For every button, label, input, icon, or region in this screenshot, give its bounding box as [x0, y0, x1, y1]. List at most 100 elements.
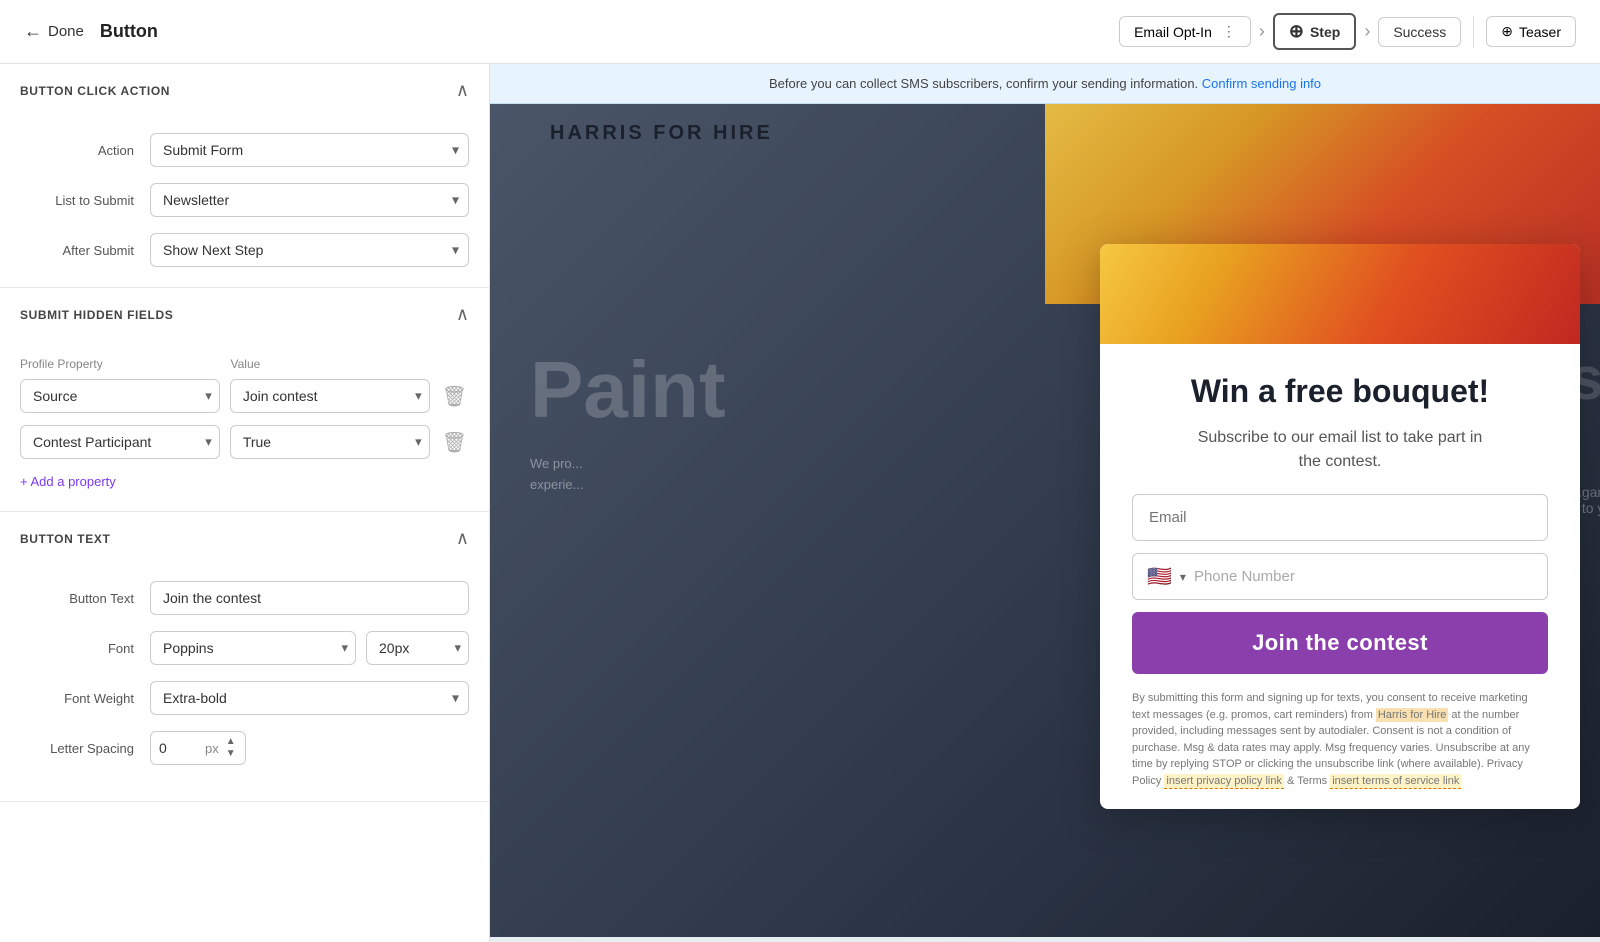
letter-spacing-arrows: ▲ ▼ — [225, 736, 237, 760]
letter-spacing-row: Letter Spacing px ▲ ▼ — [20, 731, 469, 765]
button-text-header: BUTTON TEXT ∧ — [0, 512, 489, 565]
letter-spacing-unit: px — [205, 741, 219, 756]
privacy-policy-link[interactable]: insert privacy policy link — [1164, 774, 1284, 789]
collapse-hidden-fields[interactable]: ∧ — [456, 304, 469, 325]
font-select[interactable]: Poppins Roboto Open Sans Lato — [150, 631, 356, 665]
step-label: Step — [1310, 24, 1340, 40]
popup-submit-button[interactable]: Join the contest — [1132, 612, 1548, 674]
step-arrow-2: › — [1364, 21, 1370, 42]
source-property-select[interactable]: Source Contest Participant Referral — [20, 379, 220, 413]
font-row: Font Poppins Roboto Open Sans Lato — [20, 631, 469, 665]
after-submit-select-wrapper[interactable]: Show Next Step Go to URL Close Popup — [150, 233, 469, 267]
delete-row-1-button[interactable]: 🗑 — [440, 382, 469, 411]
we-provide-text: We pro...experie... — [530, 454, 583, 496]
collapse-button-text[interactable]: ∧ — [456, 528, 469, 549]
page-title: Button — [100, 21, 158, 42]
button-text-title: BUTTON TEXT — [20, 532, 110, 546]
delete-row-2-button[interactable]: 🗑 — [440, 428, 469, 457]
success-label: Success — [1393, 24, 1446, 40]
right-bg-text: ssi — [1537, 344, 1600, 413]
step-arrow-1: › — [1259, 21, 1265, 42]
hidden-field-row-1: Source Contest Participant Referral Join… — [20, 379, 469, 413]
true-value-select[interactable]: True Join contest False — [230, 425, 430, 459]
popup-subtitle: Subscribe to our email list to take part… — [1132, 426, 1548, 474]
back-button[interactable]: ← Done — [24, 21, 84, 42]
submit-hidden-fields-header: SUBMIT HIDDEN FIELDS ∧ — [0, 288, 489, 341]
confirm-sending-info-link[interactable]: Confirm sending info — [1202, 76, 1321, 91]
step-button[interactable]: ⊕ Step — [1273, 13, 1356, 50]
button-click-action-title: BUTTON CLICK ACTION — [20, 84, 170, 98]
font-size-select-wrapper[interactable]: 14px 16px 18px 20px 24px — [366, 631, 469, 665]
letter-spacing-down-button[interactable]: ▼ — [225, 748, 237, 760]
join-contest-select-wrapper[interactable]: Join contest True False — [230, 379, 430, 413]
email-opt-in-step[interactable]: Email Opt-In ⋮ — [1119, 16, 1251, 47]
add-property-row: + Add a property — [20, 473, 469, 491]
terms-label: & Terms — [1284, 775, 1330, 787]
action-row: Action Submit Form Go to URL Close Popup — [20, 133, 469, 167]
popup-body: Win a free bouquet! Subscribe to our ema… — [1100, 344, 1580, 809]
list-select[interactable]: Newsletter Contacts All Lists — [150, 183, 469, 217]
contest-participant-select-wrapper[interactable]: Contest Participant Source Referral — [20, 425, 220, 459]
nav-divider — [1473, 16, 1474, 48]
font-label: Font — [20, 641, 150, 656]
submit-hidden-fields-title: SUBMIT HIDDEN FIELDS — [20, 308, 173, 322]
dots-icon[interactable]: ⋮ — [1222, 23, 1236, 40]
right-sub-text: ...gaminto you — [1570, 484, 1600, 516]
button-text-input[interactable] — [150, 581, 469, 615]
after-submit-row: After Submit Show Next Step Go to URL Cl… — [20, 233, 469, 267]
main-content: BUTTON CLICK ACTION ∧ Action Submit Form… — [0, 64, 1600, 942]
hidden-field-row-2: Contest Participant Source Referral True… — [20, 425, 469, 459]
plus-icon-teaser: ⊕ — [1501, 23, 1513, 40]
terms-of-service-link[interactable]: insert terms of service link — [1330, 774, 1461, 789]
action-select[interactable]: Submit Form Go to URL Close Popup — [150, 133, 469, 167]
phone-chevron-icon: ▾ — [1180, 570, 1186, 584]
after-submit-label: After Submit — [20, 243, 150, 258]
letter-spacing-up-button[interactable]: ▲ — [225, 736, 237, 748]
success-step[interactable]: Success — [1378, 17, 1461, 47]
contest-participant-property-select[interactable]: Contest Participant Source Referral — [20, 425, 220, 459]
flag-icon: 🇺🇸 — [1147, 564, 1172, 589]
font-controls: Poppins Roboto Open Sans Lato 14px 16px … — [150, 631, 469, 665]
button-text-body: Button Text Font Poppins Roboto Open San… — [0, 565, 489, 801]
true-value-select-wrapper[interactable]: True Join contest False — [230, 425, 430, 459]
popup-disclaimer: By submitting this form and signing up f… — [1132, 690, 1548, 789]
button-text-row: Button Text — [20, 581, 469, 615]
font-weight-select-wrapper[interactable]: Regular Medium Bold Extra-bold — [150, 681, 469, 715]
list-select-wrapper[interactable]: Newsletter Contacts All Lists — [150, 183, 469, 217]
profile-property-col-label: Profile Property — [20, 357, 223, 371]
source-select-wrapper[interactable]: Source Contest Participant Referral — [20, 379, 220, 413]
harris-for-hire-highlighted: Harris for Hire — [1376, 708, 1448, 722]
value-col-label: Value — [231, 357, 434, 371]
harris-brand-label: HARRIS FOR HIRE — [550, 122, 773, 144]
email-opt-in-label: Email Opt-In — [1134, 24, 1212, 40]
join-contest-value-select[interactable]: Join contest True False — [230, 379, 430, 413]
collapse-button-click-action[interactable]: ∧ — [456, 80, 469, 101]
button-text-label: Button Text — [20, 591, 150, 606]
font-select-wrapper[interactable]: Poppins Roboto Open Sans Lato — [150, 631, 356, 665]
back-label: Done — [48, 23, 84, 40]
popup-email-input[interactable] — [1132, 494, 1548, 541]
sms-banner: Before you can collect SMS subscribers, … — [490, 64, 1600, 104]
font-weight-label: Font Weight — [20, 691, 150, 706]
plus-icon-step: ⊕ — [1289, 21, 1304, 42]
teaser-step[interactable]: ⊕ Teaser — [1486, 16, 1576, 47]
button-text-section: BUTTON TEXT ∧ Button Text Font Poppins R… — [0, 512, 489, 802]
action-label: Action — [20, 143, 150, 158]
nav-right: Email Opt-In ⋮ › ⊕ Step › Success ⊕ Teas… — [1119, 13, 1576, 50]
popup-title: Win a free bouquet! — [1132, 372, 1548, 410]
after-submit-select[interactable]: Show Next Step Go to URL Close Popup — [150, 233, 469, 267]
action-select-wrapper[interactable]: Submit Form Go to URL Close Popup — [150, 133, 469, 167]
letter-spacing-input-wrap: px ▲ ▼ — [150, 731, 246, 765]
popup-phone-row: 🇺🇸 ▾ Phone Number — [1132, 553, 1548, 600]
letter-spacing-input[interactable] — [159, 740, 199, 756]
nav-left: ← Done Button — [24, 21, 158, 42]
font-weight-row: Font Weight Regular Medium Bold Extra-bo… — [20, 681, 469, 715]
font-weight-select[interactable]: Regular Medium Bold Extra-bold — [150, 681, 469, 715]
letter-spacing-label: Letter Spacing — [20, 741, 150, 756]
paint-bg-text: Paint — [530, 344, 726, 436]
add-property-link[interactable]: + Add a property — [20, 474, 116, 489]
left-panel: BUTTON CLICK ACTION ∧ Action Submit Form… — [0, 64, 490, 942]
list-to-submit-row: List to Submit Newsletter Contacts All L… — [20, 183, 469, 217]
harris-text: HARRIS FOR HIRE — [550, 122, 773, 145]
font-size-select[interactable]: 14px 16px 18px 20px 24px — [366, 631, 469, 665]
